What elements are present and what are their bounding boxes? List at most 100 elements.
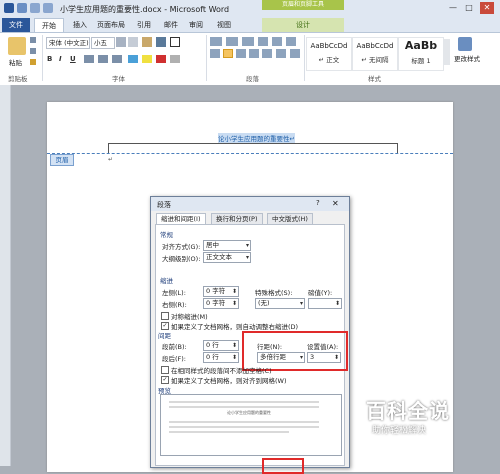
general-section-title: 常规 (160, 231, 173, 239)
tab-review[interactable]: 审阅 (182, 18, 210, 32)
underline-button[interactable]: U (70, 55, 76, 63)
style-sample: AaBbCcDd (310, 42, 348, 50)
superscript-icon[interactable] (112, 55, 122, 63)
align-left-icon[interactable] (210, 49, 220, 58)
close-button[interactable]: ✕ (480, 2, 494, 14)
text-effects-icon[interactable] (128, 55, 138, 63)
group-font-label: 字体 (112, 75, 125, 83)
header-tag: 页眉 (50, 154, 74, 166)
mirror-indents-label: 对称缩进(M) (171, 313, 208, 321)
cut-icon[interactable] (30, 37, 36, 43)
bold-button[interactable]: B (47, 55, 52, 63)
indent-by-spinner[interactable] (308, 298, 342, 309)
style-heading-1[interactable]: AaBb 标题 1 (398, 37, 444, 71)
left-indent-label: 左侧(L): (162, 289, 186, 297)
style-normal[interactable]: AaBbCcDd ↵ 正文 (306, 37, 352, 71)
special-format-select[interactable]: (无) (255, 298, 305, 309)
left-indent-spinner[interactable]: 0 字符 (203, 286, 239, 297)
right-indent-spinner[interactable]: 0 字符 (203, 298, 239, 309)
tab-mailings[interactable]: 邮件 (157, 18, 185, 32)
right-indent-label: 右侧(R): (162, 301, 187, 309)
no-space-same-style-checkbox[interactable] (161, 366, 169, 374)
style-sample: AaBbCcDd (356, 42, 394, 50)
document-heading[interactable]: 论小学生应用题的重要性↵ (218, 133, 295, 143)
watermark-title: 百科全说 (366, 399, 450, 423)
ribbon: 粘贴 剪贴板 宋体 (中文正) 小五 B I U 字体 段落 AaBbCcDd … (0, 32, 500, 86)
spacing-at-spinner[interactable]: 3 (307, 352, 341, 363)
tab-page-layout[interactable]: 页面布局 (90, 18, 132, 32)
undo-icon[interactable] (30, 3, 40, 13)
phonetic-guide-icon[interactable] (156, 37, 166, 47)
redo-icon[interactable] (43, 3, 53, 13)
style-name: ↵ 无间隔 (361, 56, 389, 64)
line-spacing-icon[interactable] (276, 49, 286, 58)
strikethrough-icon[interactable] (84, 55, 94, 63)
vertical-ruler (0, 85, 11, 466)
justify-icon[interactable] (249, 49, 259, 58)
multilevel-list-icon[interactable] (242, 37, 254, 46)
tab-home[interactable]: 开始 (34, 18, 64, 33)
group-styles-label: 样式 (368, 75, 381, 83)
decrease-indent-icon[interactable] (258, 37, 268, 46)
preview-sample-text: 论小学生应用题的重要性 (227, 410, 271, 415)
bullets-icon[interactable] (210, 37, 222, 46)
dialog-title: 段落 (157, 201, 171, 209)
preview-line (169, 421, 319, 423)
snap-to-grid-checkbox[interactable]: ✓ (161, 376, 169, 384)
dialog-title-bar: 段落 ? ✕ (151, 197, 349, 211)
before-label: 段前(B): (162, 343, 187, 351)
space-after-spinner[interactable]: 0 行 (203, 352, 239, 363)
help-button[interactable]: ? (316, 199, 320, 207)
minimize-button[interactable]: — (446, 2, 460, 14)
sort-icon[interactable] (286, 37, 296, 46)
increase-indent-icon[interactable] (272, 37, 282, 46)
font-name-field[interactable]: 宋体 (中文正) (46, 37, 90, 49)
paste-label: 粘贴 (9, 59, 22, 67)
outline-level-label: 大纲级别(O): (162, 255, 201, 263)
style-no-spacing[interactable]: AaBbCcDd ↵ 无间隔 (352, 37, 398, 71)
copy-icon[interactable] (30, 48, 36, 54)
font-size-field[interactable]: 小五 (91, 37, 115, 49)
format-painter-icon[interactable] (30, 59, 36, 65)
char-border-icon[interactable] (170, 37, 180, 47)
subscript-icon[interactable] (98, 55, 108, 63)
align-center-icon[interactable] (223, 49, 233, 58)
dialog-close-button[interactable]: ✕ (332, 199, 339, 208)
auto-adjust-checkbox[interactable]: ✓ (161, 322, 169, 330)
tab-view[interactable]: 视图 (210, 18, 238, 32)
highlight-icon[interactable] (142, 55, 152, 63)
mirror-indents-checkbox[interactable] (161, 312, 169, 320)
indent-by-label: 磅值(Y): (308, 289, 333, 297)
align-right-icon[interactable] (236, 49, 246, 58)
grow-font-icon[interactable] (116, 37, 126, 47)
no-space-same-style-label: 在相同样式的段落间不添加空格(C) (171, 367, 272, 375)
preview-line (169, 401, 319, 403)
distribute-icon[interactable] (262, 49, 272, 58)
word-logo-icon (4, 3, 14, 13)
maximize-button[interactable]: □ (462, 2, 476, 14)
char-shading-icon[interactable] (170, 55, 180, 63)
italic-button[interactable]: I (59, 55, 62, 63)
preview-line (169, 426, 319, 428)
outline-level-select[interactable]: 正文文本 (203, 252, 251, 263)
group-divider (42, 35, 43, 81)
font-color-icon[interactable] (156, 55, 166, 63)
alignment-select[interactable]: 居中 (203, 240, 251, 251)
quick-access-toolbar (4, 3, 53, 13)
styles-scroll[interactable] (444, 39, 450, 65)
line-spacing-select[interactable]: 多倍行距 (257, 352, 305, 363)
style-name: 标题 1 (411, 57, 431, 65)
tab-file[interactable]: 文件 (2, 18, 30, 32)
shading-icon[interactable] (290, 49, 300, 58)
tab-references[interactable]: 引用 (130, 18, 158, 32)
save-icon[interactable] (17, 3, 27, 13)
space-before-spinner[interactable]: 0 行 (203, 340, 239, 351)
numbering-icon[interactable] (226, 37, 238, 46)
tab-design[interactable]: 设计 (262, 18, 344, 32)
group-divider (206, 35, 207, 81)
paste-icon[interactable] (8, 37, 26, 55)
change-styles-icon[interactable] (458, 37, 472, 51)
shrink-font-icon[interactable] (128, 37, 138, 47)
header-boundary (47, 153, 453, 154)
clear-format-icon[interactable] (142, 37, 152, 47)
